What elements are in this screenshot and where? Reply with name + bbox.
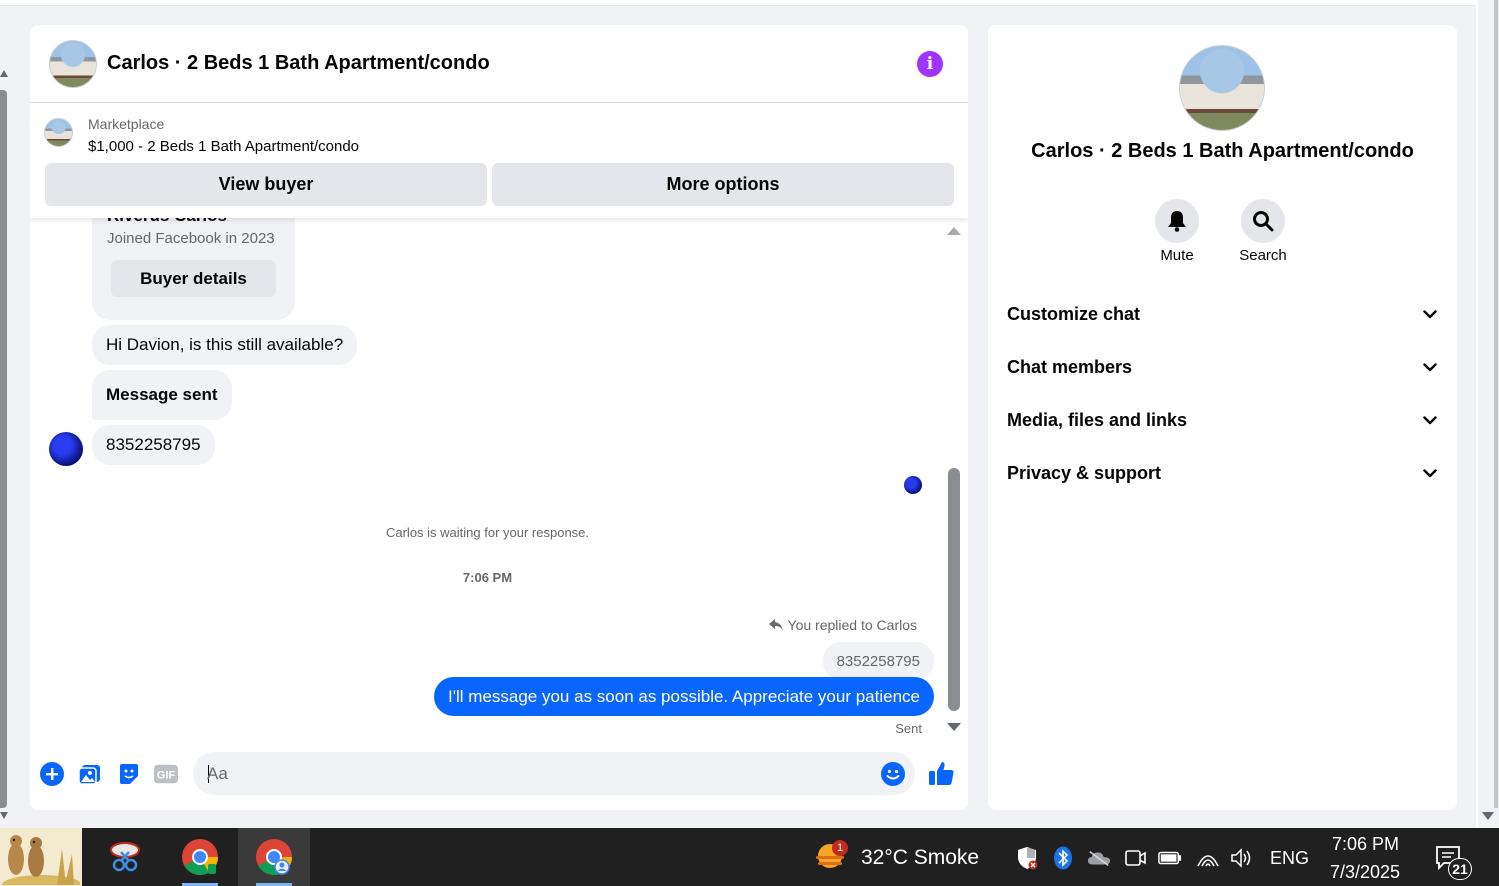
conversation-avatar[interactable] [49, 39, 97, 88]
weather-text[interactable]: 32°C Smoke [861, 846, 979, 870]
start-button[interactable] [0, 828, 82, 886]
mute-button[interactable] [1155, 199, 1199, 243]
search-icon [1253, 211, 1274, 232]
clock-date[interactable]: 7/3/2025 [1330, 862, 1400, 883]
battery-icon[interactable] [1158, 846, 1182, 870]
chat-scrollbar-thumb[interactable] [948, 468, 960, 711]
gif-label: GIF [157, 770, 176, 782]
gif-icon[interactable]: GIF [154, 762, 178, 786]
sticker-icon[interactable] [117, 762, 141, 786]
message-input[interactable] [207, 752, 867, 795]
chevron-down-icon [1423, 468, 1437, 477]
message-input-box[interactable] [193, 752, 915, 795]
reply-indicator-text: You replied to Carlos [787, 617, 917, 633]
info-icon[interactable]: i [917, 51, 943, 77]
listing-thumbnail[interactable] [44, 118, 73, 147]
view-buyer-button[interactable]: View buyer [45, 163, 487, 206]
incoming-message[interactable]: 8352258795 [92, 425, 215, 465]
search-button[interactable] [1241, 199, 1285, 243]
snipping-tool-icon[interactable] [95, 828, 155, 886]
windows-taskbar: 1 32°C Smoke ENG 7:06 PM 7/3/2025 21 [0, 828, 1499, 886]
bell-icon [1168, 211, 1186, 232]
sender-avatar[interactable] [49, 432, 83, 466]
seen-receipt-avatar [904, 476, 922, 494]
buyer-joined-text: Joined Facebook in 2023 [107, 230, 275, 247]
photo-icon[interactable] [78, 762, 102, 786]
section-label: Customize chat [1007, 303, 1141, 324]
search-label: Search [1239, 247, 1287, 264]
section-label: Media, files and links [1007, 409, 1188, 430]
buyer-profile-card: Riverus Carlos Joined Facebook in 2023 B… [92, 218, 295, 320]
weather-badge: 1 [832, 840, 848, 856]
section-customize-chat[interactable]: Customize chat [1007, 294, 1437, 334]
page-scroll-down-arrow[interactable] [1482, 812, 1494, 820]
conversation-info-panel: Carlos · 2 Beds 1 Bath Apartment/condo M… [988, 25, 1457, 810]
meerkat-logo-icon [2, 835, 80, 885]
marketplace-listing-banner: Marketplace $1,000 - 2 Beds 1 Bath Apart… [30, 103, 968, 218]
clock-time[interactable]: 7:06 PM [1332, 834, 1399, 855]
chat-header: Carlos · 2 Beds 1 Bath Apartment/condo i [30, 25, 968, 103]
waiting-notice: Carlos is waiting for your response. [385, 525, 590, 540]
chat-scroll-up-arrow[interactable] [947, 227, 961, 235]
reply-indicator: You replied to Carlos [768, 617, 917, 633]
conversation-large-avatar[interactable] [1179, 45, 1265, 131]
sent-status: Sent [895, 721, 922, 736]
left-scrollbar[interactable] [0, 90, 7, 808]
language-indicator[interactable]: ENG [1270, 848, 1309, 869]
chevron-down-icon [1423, 415, 1437, 424]
reply-arrow-icon [768, 619, 783, 631]
chat-title[interactable]: Carlos · 2 Beds 1 Bath Apartment/condo [107, 52, 490, 75]
security-shield-icon[interactable] [1015, 846, 1039, 870]
more-options-button[interactable]: More options [492, 163, 954, 206]
mute-label: Mute [1160, 247, 1194, 264]
left-scroll-up-arrow[interactable] [0, 70, 8, 77]
message-timestamp: 7:06 PM [462, 570, 513, 585]
onedrive-icon[interactable] [1087, 846, 1111, 870]
page-edge [1476, 0, 1478, 828]
section-chat-members[interactable]: Chat members [1007, 347, 1437, 387]
volume-icon[interactable] [1230, 846, 1254, 870]
incoming-message[interactable]: Message sent [92, 370, 232, 420]
section-privacy-support[interactable]: Privacy & support [1007, 453, 1437, 493]
notification-count-badge: 21 [1448, 858, 1472, 880]
bluetooth-icon[interactable] [1051, 846, 1075, 870]
chrome-icon[interactable] [170, 828, 230, 886]
page-scrollbar-thumb[interactable] [1494, 0, 1498, 808]
chevron-down-icon [1423, 309, 1437, 318]
browser-top-edge [0, 0, 1476, 6]
plus-icon[interactable] [40, 762, 64, 786]
outgoing-message[interactable]: I'll message you as soon as possible. Ap… [434, 677, 934, 716]
quoted-message[interactable]: 8352258795 [822, 642, 934, 680]
camera-app-icon[interactable] [1123, 846, 1147, 870]
chat-scroll-down-arrow[interactable] [947, 723, 961, 731]
message-composer: GIF [30, 752, 968, 796]
emoji-icon[interactable] [881, 762, 905, 786]
listing-label: Marketplace [88, 116, 165, 132]
buyer-details-button[interactable]: Buyer details [111, 260, 276, 297]
listing-price-title[interactable]: $1,000 - 2 Beds 1 Bath Apartment/condo [88, 138, 359, 155]
buyer-name: Riverus Carlos [107, 218, 227, 226]
chat-panel: Carlos · 2 Beds 1 Bath Apartment/condo i… [30, 25, 968, 810]
left-scroll-down-arrow[interactable] [0, 812, 8, 819]
section-label: Chat members [1007, 356, 1133, 377]
like-thumbs-up-icon[interactable] [928, 760, 955, 787]
incoming-message[interactable]: Hi Davion, is this still available? [92, 325, 358, 365]
section-label: Privacy & support [1007, 462, 1162, 483]
chrome-profile-icon[interactable] [238, 828, 310, 886]
wifi-icon[interactable] [1196, 846, 1220, 870]
section-media-files-links[interactable]: Media, files and links [1007, 400, 1437, 440]
message-list[interactable]: Riverus Carlos Joined Facebook in 2023 B… [30, 218, 968, 748]
info-panel-title: Carlos · 2 Beds 1 Bath Apartment/condo [1031, 140, 1414, 162]
chevron-down-icon [1423, 362, 1437, 371]
